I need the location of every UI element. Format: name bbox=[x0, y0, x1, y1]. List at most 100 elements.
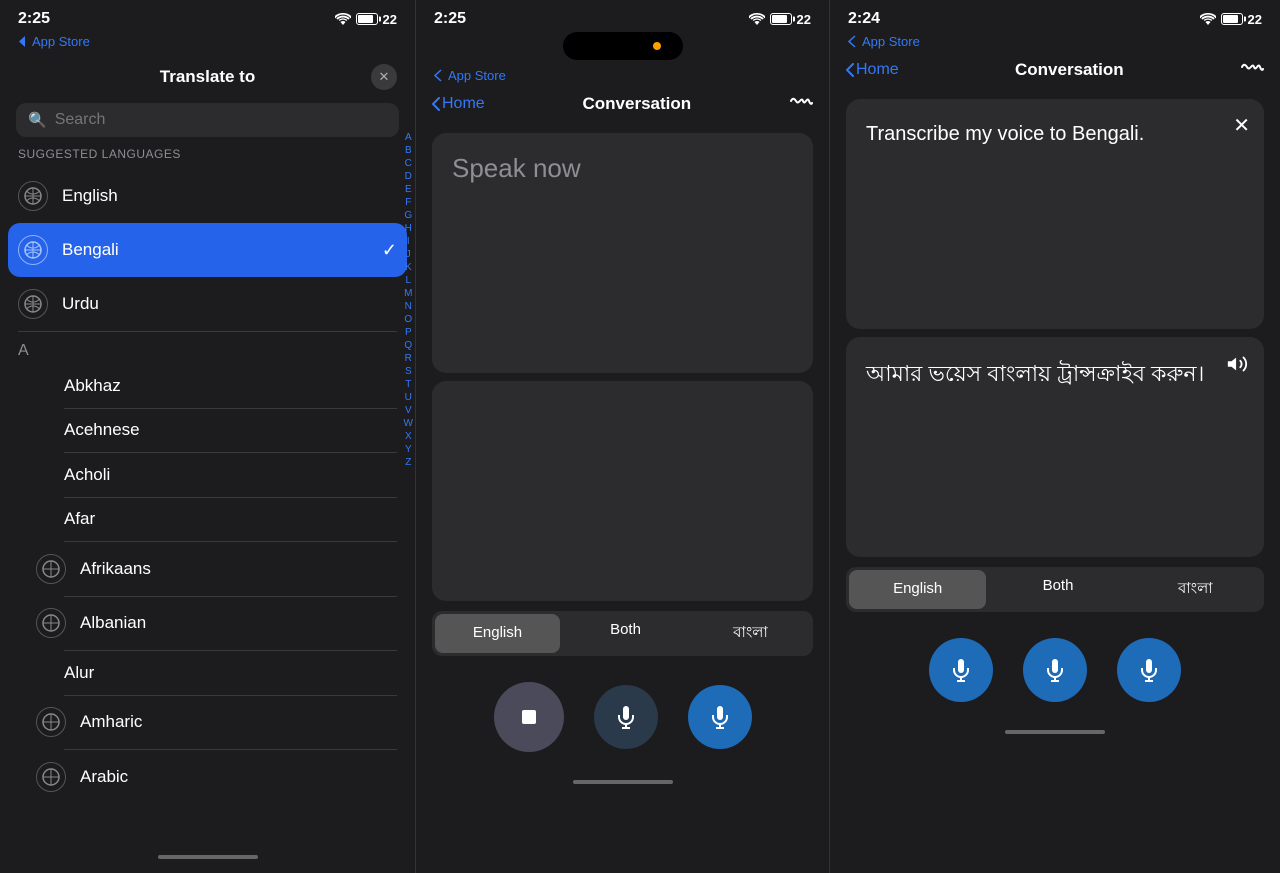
arabic-label: Arabic bbox=[80, 767, 397, 787]
dynamic-island-2 bbox=[563, 32, 683, 60]
back-button-2[interactable]: Home bbox=[432, 95, 485, 113]
language-item-acholi[interactable]: Acholi bbox=[0, 453, 415, 497]
wave-icon-2[interactable] bbox=[789, 91, 813, 117]
battery-icon-1 bbox=[356, 13, 378, 25]
mic-button-left-2[interactable] bbox=[594, 685, 658, 749]
battery-label-2: 22 bbox=[797, 12, 811, 27]
bengali-lang-icon bbox=[18, 235, 48, 265]
phone-3: 2:24 22 App Store Home Conversation Tr bbox=[830, 0, 1280, 873]
store-bar-2: App Store bbox=[416, 66, 829, 87]
speak-now-text: Speak now bbox=[452, 153, 581, 183]
translation-close-button[interactable]: ✕ bbox=[1233, 113, 1250, 138]
back-chevron-icon-3 bbox=[846, 63, 854, 77]
lang-header: Translate to ✕ bbox=[0, 53, 415, 97]
nav-bar-2: Home Conversation bbox=[416, 87, 829, 125]
bengali-translation-area: আমার ভয়েস বাংলায় ট্রান্সক্রাইব করুন। bbox=[846, 337, 1264, 557]
chevron-left-icon-3 bbox=[848, 35, 856, 48]
search-icon: 🔍 bbox=[28, 111, 47, 129]
amharic-lang-icon bbox=[36, 707, 66, 737]
home-indicator-2 bbox=[573, 780, 673, 784]
back-label-3: Home bbox=[856, 61, 899, 79]
afrikaans-lang-icon bbox=[36, 554, 66, 584]
status-icons-2: 22 bbox=[749, 12, 811, 27]
phone-1: 2:25 22 App Store Translate to ✕ 🔍 SUGGE… bbox=[0, 0, 415, 873]
language-item-afrikaans[interactable]: Afrikaans bbox=[0, 542, 415, 596]
section-a-label: A bbox=[0, 332, 415, 364]
battery-icon-3 bbox=[1221, 13, 1243, 25]
alphabet-index[interactable]: ABCDEF GHIJKL MNOPQR STUVWX YZ bbox=[404, 131, 413, 469]
mic-controls-3 bbox=[830, 622, 1280, 722]
language-item-urdu[interactable]: Urdu bbox=[0, 277, 415, 331]
toggle-bengali-2[interactable]: বাংলা bbox=[688, 611, 813, 656]
suggested-section-label: SUGGESTED LANGUAGES bbox=[0, 147, 415, 169]
amharic-label: Amharic bbox=[80, 712, 397, 732]
battery-label-3: 22 bbox=[1248, 12, 1262, 27]
status-icons-3: 22 bbox=[1200, 12, 1262, 27]
close-icon: ✕ bbox=[379, 69, 390, 85]
back-button-3[interactable]: Home bbox=[846, 61, 899, 79]
language-item-abkhaz[interactable]: Abkhaz bbox=[0, 364, 415, 408]
nav-bar-3: Home Conversation bbox=[830, 53, 1280, 91]
checkmark-icon: ✓ bbox=[382, 240, 397, 261]
language-item-bengali[interactable]: Bengali ✓ bbox=[8, 223, 407, 277]
language-item-amharic[interactable]: Amharic bbox=[0, 695, 415, 749]
back-label-2: Home bbox=[442, 95, 485, 113]
mic-button-left-3[interactable] bbox=[929, 638, 993, 702]
language-toggle-2: English Both বাংলা bbox=[432, 611, 813, 656]
bengali-translation-text: আমার ভয়েস বাংলায় ট্রান্সক্রাইব করুন। bbox=[866, 361, 1204, 386]
home-indicator-1 bbox=[158, 855, 258, 859]
toggle-english-3[interactable]: English bbox=[849, 570, 986, 609]
conversation-title-3: Conversation bbox=[1015, 60, 1124, 80]
toggle-both-2[interactable]: Both bbox=[563, 611, 688, 656]
bengali-label: Bengali bbox=[62, 240, 368, 260]
dynamic-island-dot bbox=[653, 42, 661, 50]
status-time-1: 2:25 bbox=[18, 10, 50, 28]
battery-label-1: 22 bbox=[383, 12, 397, 27]
app-store-label-3: App Store bbox=[862, 34, 920, 49]
search-bar[interactable]: 🔍 bbox=[16, 103, 399, 137]
status-bar-1: 2:25 22 bbox=[0, 0, 415, 32]
urdu-label: Urdu bbox=[62, 294, 397, 314]
mic-controls-2 bbox=[416, 666, 829, 772]
toggle-bengali-3[interactable]: বাংলা bbox=[1127, 567, 1264, 612]
mic-button-right-3[interactable] bbox=[1117, 638, 1181, 702]
phone-2: 2:25 22 App Store Home Conversation bbox=[415, 0, 830, 873]
language-item-acehnese[interactable]: Acehnese bbox=[0, 408, 415, 452]
language-item-afar[interactable]: Afar bbox=[0, 497, 415, 541]
status-icons-1: 22 bbox=[335, 12, 397, 27]
chevron-left-icon-1 bbox=[18, 35, 26, 48]
language-item-albanian[interactable]: Albanian bbox=[0, 596, 415, 650]
albanian-lang-icon bbox=[36, 608, 66, 638]
english-translation-area: Transcribe my voice to Bengali. ✕ bbox=[846, 99, 1264, 329]
arabic-lang-icon bbox=[36, 762, 66, 792]
toggle-both-3[interactable]: Both bbox=[989, 567, 1126, 612]
back-chevron-icon-2 bbox=[432, 97, 440, 111]
stop-button[interactable] bbox=[494, 682, 564, 752]
afrikaans-label: Afrikaans bbox=[80, 559, 397, 579]
language-item-arabic[interactable]: Arabic bbox=[0, 750, 415, 804]
status-bar-2: 2:25 22 bbox=[416, 0, 829, 32]
mic-button-middle-3[interactable] bbox=[1023, 638, 1087, 702]
home-indicator-3 bbox=[1005, 730, 1105, 734]
store-bar-3: App Store bbox=[830, 32, 1280, 53]
app-store-label-1: App Store bbox=[32, 34, 90, 49]
speaker-icon[interactable] bbox=[1226, 353, 1248, 381]
english-label: English bbox=[62, 186, 397, 206]
chevron-left-icon-2 bbox=[434, 69, 442, 82]
english-lang-icon bbox=[18, 181, 48, 211]
status-time-3: 2:24 bbox=[848, 10, 880, 28]
language-item-english[interactable]: English bbox=[0, 169, 415, 223]
english-translation-text: Transcribe my voice to Bengali. bbox=[866, 123, 1144, 145]
toggle-english-2[interactable]: English bbox=[435, 614, 560, 653]
mic-button-right-2[interactable] bbox=[688, 685, 752, 749]
wave-icon-3[interactable] bbox=[1240, 57, 1264, 83]
close-button[interactable]: ✕ bbox=[371, 64, 397, 90]
language-item-alur[interactable]: Alur bbox=[0, 651, 415, 695]
wifi-icon-2 bbox=[749, 13, 765, 25]
translate-to-title: Translate to bbox=[160, 67, 255, 87]
wifi-icon-3 bbox=[1200, 13, 1216, 25]
search-input[interactable] bbox=[55, 111, 387, 129]
conversation-title-2: Conversation bbox=[583, 94, 692, 114]
status-time-2: 2:25 bbox=[434, 10, 466, 28]
app-store-label-2: App Store bbox=[448, 68, 506, 83]
